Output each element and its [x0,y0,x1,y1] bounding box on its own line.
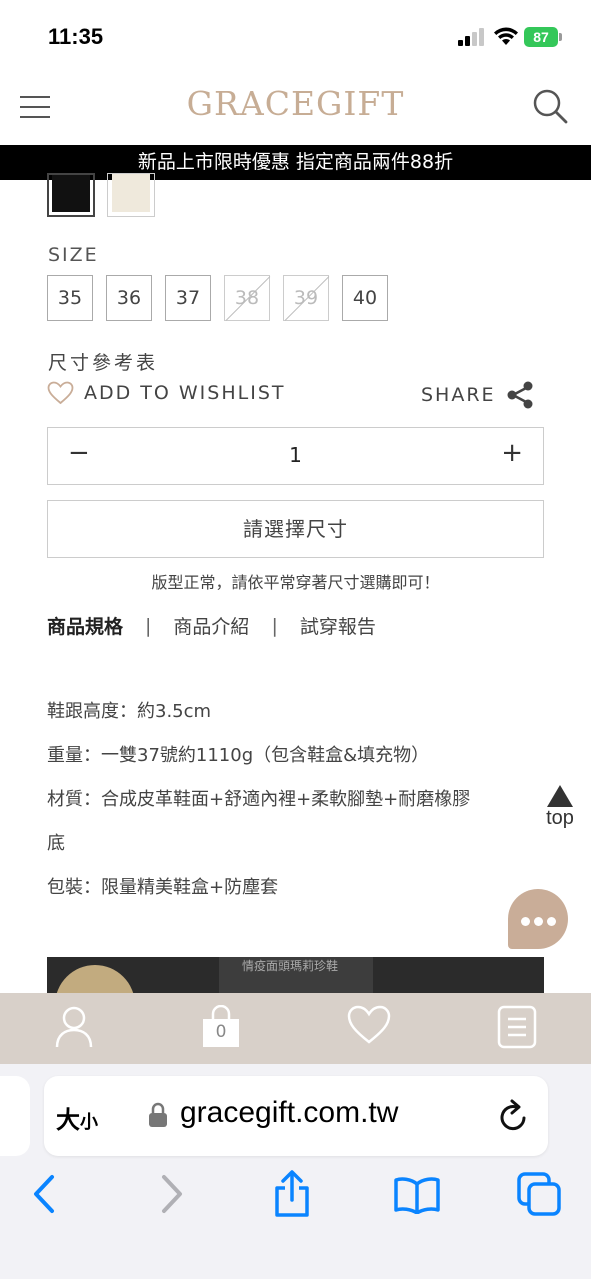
color-swatch-black[interactable] [47,173,95,217]
spec-line: 鞋跟高度：約3.5cm [47,701,212,722]
arrow-up-icon [547,785,573,807]
more-dots-icon [521,917,560,926]
tab-separator: | [145,614,152,637]
tab-fit-report[interactable]: 試穿報告 [300,612,376,639]
share-icon [507,381,533,409]
status-time: 11:35 [48,24,104,49]
quantity-stepper: − 1 + [47,427,544,485]
product-image-banner[interactable]: 情疫面頭瑪莉珍鞋 [47,957,544,993]
product-tabs: 商品規格 | 商品介紹 | 試穿報告 [47,612,376,639]
select-size-button[interactable]: 請選擇尺寸 [47,500,544,558]
size-option[interactable]: 35 [47,275,93,321]
text-size-button[interactable]: 大小 [56,1100,98,1135]
size-option[interactable]: 36 [106,275,152,321]
size-options: 35 36 37 38 39 40 [47,275,401,321]
size-option[interactable]: 40 [342,275,388,321]
brand-logo[interactable]: GRACEGIFT [0,84,591,123]
size-option-unavailable[interactable]: 39 [283,275,329,321]
order-list-icon[interactable] [497,1005,537,1049]
share-label: SHARE [421,384,496,406]
battery-percent: 87 [533,29,549,45]
tabs-icon[interactable] [517,1172,563,1218]
chat-button[interactable] [508,889,568,949]
browser-toolbar: 大小 gracegift.com.tw [0,1064,591,1279]
cart-count: 0 [215,1022,227,1042]
status-bar: 11:35 87 [0,0,591,70]
bookmarks-icon[interactable] [393,1176,441,1214]
quantity-increase-button[interactable]: + [501,438,523,468]
tab-specs[interactable]: 商品規格 [47,612,123,639]
site-header: GRACEGIFT [0,70,591,145]
spec-line: 材質：合成皮革鞋面+舒適內裡+柔軟腳墊+耐磨橡膠 [47,789,471,810]
wifi-icon [494,27,518,45]
wishlist-label: ADD TO WISHLIST [84,382,286,404]
heart-icon[interactable] [347,1005,391,1045]
forward-icon[interactable] [158,1174,186,1214]
reload-icon[interactable] [497,1098,531,1134]
spec-line: 底 [47,833,65,854]
size-chart-link[interactable]: 尺寸參考表 [48,348,158,375]
previous-tab-preview[interactable] [0,1076,30,1156]
spec-line: 重量：一雙37號約1110g（包含鞋盒&填充物） [47,745,430,766]
tab-separator: | [271,614,278,637]
account-icon[interactable] [54,1005,94,1049]
wishlist-button[interactable]: ADD TO WISHLIST [47,381,286,405]
lock-icon [149,1102,167,1127]
color-swatch-cream[interactable] [107,173,155,217]
share-sheet-icon[interactable] [272,1170,312,1218]
banner-text: 情疫面頭瑪莉珍鞋 [242,959,339,973]
battery-icon: 87 [524,27,562,47]
fit-note: 版型正常，請依平常穿著尺寸選購即可！ [151,573,440,592]
back-to-top-button[interactable]: top [540,785,580,830]
top-label: top [546,807,574,829]
heart-icon [47,381,74,405]
size-label: SIZE [48,244,99,266]
address-bar[interactable]: 大小 gracegift.com.tw [44,1076,548,1156]
back-icon[interactable] [30,1174,58,1214]
bottom-nav: 0 [0,993,591,1064]
spec-list: 鞋跟高度：約3.5cm 重量：一雙37號約1110g（包含鞋盒&填充物） 材質：… [47,690,547,910]
share-button[interactable]: SHARE [421,381,534,409]
cellular-signal-icon [458,28,484,46]
quantity-value[interactable]: 1 [48,443,543,467]
search-icon[interactable] [530,86,570,126]
size-option[interactable]: 37 [165,275,211,321]
banner-circle [55,965,135,993]
tab-description[interactable]: 商品介紹 [173,612,249,639]
cart-button[interactable]: 0 [200,1005,242,1049]
size-option-unavailable[interactable]: 38 [224,275,270,321]
spec-line: 包裝：限量精美鞋盒+防塵套 [47,877,279,898]
url-text[interactable]: gracegift.com.tw [180,1096,398,1130]
